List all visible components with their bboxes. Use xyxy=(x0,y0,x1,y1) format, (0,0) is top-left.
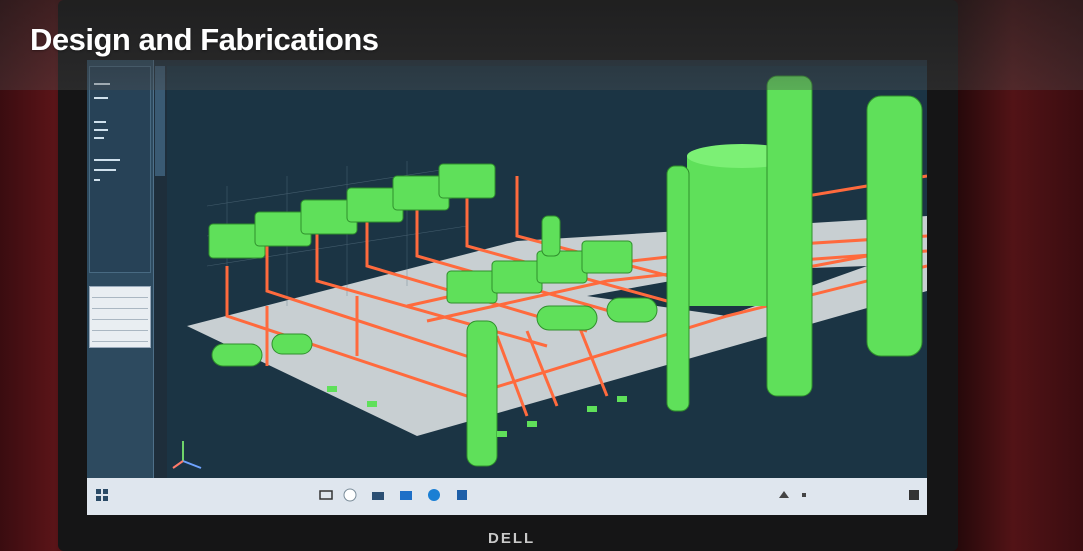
model-tree[interactable] xyxy=(89,66,151,273)
laptop-brand-logo: DELL xyxy=(488,530,536,547)
windows-taskbar xyxy=(87,478,927,515)
table-row xyxy=(92,331,148,342)
notification-icon[interactable] xyxy=(907,488,921,502)
volume-icon[interactable] xyxy=(799,488,813,502)
table-row xyxy=(92,320,148,331)
plant-model-render xyxy=(172,75,927,469)
search-icon[interactable] xyxy=(343,488,357,502)
tree-node[interactable] xyxy=(94,169,116,171)
windows-start-icon[interactable] xyxy=(95,488,109,502)
table-row xyxy=(92,287,148,298)
caption-title: Design and Fabrications xyxy=(30,22,379,57)
tree-node[interactable] xyxy=(94,121,106,123)
axis-triad-icon xyxy=(172,441,202,469)
model-browser-panel xyxy=(87,60,154,478)
network-icon[interactable] xyxy=(777,488,791,502)
laptop-screen xyxy=(87,60,927,515)
mail-icon[interactable] xyxy=(399,488,413,502)
store-icon[interactable] xyxy=(455,488,469,502)
tree-node[interactable] xyxy=(94,159,120,161)
edge-browser-icon[interactable] xyxy=(427,488,441,502)
table-row xyxy=(92,309,148,320)
tree-node[interactable] xyxy=(94,179,100,181)
3d-plant-viewport[interactable] xyxy=(167,66,927,478)
file-explorer-icon[interactable] xyxy=(371,488,385,502)
tree-node[interactable] xyxy=(94,97,108,99)
properties-table xyxy=(89,286,151,348)
tree-node[interactable] xyxy=(94,129,108,131)
table-row xyxy=(92,298,148,309)
task-view-icon[interactable] xyxy=(319,488,333,502)
tree-node[interactable] xyxy=(94,137,104,139)
